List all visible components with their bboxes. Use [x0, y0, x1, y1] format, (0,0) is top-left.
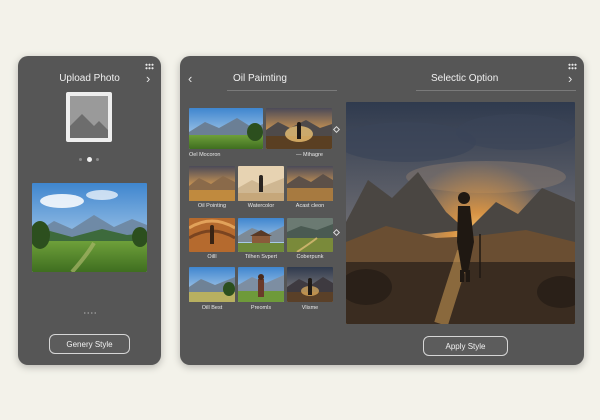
uploaded-photo[interactable] — [32, 183, 147, 272]
style-thumb-acast-cleon[interactable] — [287, 166, 333, 201]
select-option-title: Selectic Option — [431, 73, 499, 84]
chevron-right-icon[interactable]: › — [568, 72, 572, 85]
style-label: Oilll — [207, 254, 217, 260]
upload-title: Upload Photo — [59, 73, 120, 84]
style-label: Tilhen Svpert — [244, 254, 278, 260]
style-label: Watercolor — [247, 203, 275, 209]
carousel-dots[interactable] — [79, 157, 101, 162]
style-label: Acast cleon — [295, 203, 325, 209]
apply-style-button[interactable]: Apply Style — [423, 336, 508, 356]
divider — [227, 90, 337, 91]
more-options-icon[interactable] — [568, 63, 577, 70]
style-title: Oil Paimting — [233, 73, 287, 84]
style-thumb-oill-best[interactable] — [189, 267, 235, 302]
styled-preview-image[interactable] — [346, 102, 575, 324]
style-thumb-oil-pointing[interactable] — [189, 166, 235, 201]
upload-panel: Upload Photo › Genery Style — [18, 56, 161, 365]
image-placeholder-icon[interactable] — [66, 92, 112, 142]
style-thumb-coberpunk[interactable] — [287, 218, 333, 252]
style-label: — Mihagre — [296, 152, 323, 158]
generate-style-button[interactable]: Genery Style — [49, 334, 130, 354]
chevron-left-icon[interactable]: ‹ — [188, 72, 192, 85]
style-thumb-preomls[interactable] — [238, 267, 284, 302]
style-thumb-watercolor[interactable] — [238, 166, 284, 201]
style-label: Vlisme — [301, 305, 319, 311]
style-thumb-oilll[interactable] — [189, 218, 235, 252]
style-panel: ‹ Oil Paimting Selectic Option › Oel Moc… — [180, 56, 584, 365]
style-label: Coberpunk — [296, 254, 324, 260]
style-thumb-mihagre[interactable] — [266, 108, 332, 149]
style-label: Preomls — [250, 305, 272, 311]
style-label: Oil Pointing — [197, 203, 227, 209]
style-thumb-oel-mocoron[interactable] — [189, 108, 263, 149]
chevron-right-icon[interactable]: › — [146, 72, 150, 85]
style-thumb-tilhen-svpert[interactable] — [238, 218, 284, 252]
style-thumb-vlisme[interactable] — [287, 267, 333, 302]
style-label: Oill Best — [201, 305, 223, 311]
scroll-marker-icon[interactable] — [332, 228, 341, 237]
divider — [416, 90, 576, 91]
scroll-marker-icon[interactable] — [332, 125, 341, 134]
style-label: Oel Mocoron — [189, 152, 221, 158]
more-options-icon[interactable] — [145, 63, 154, 70]
page-indicator — [83, 312, 97, 314]
